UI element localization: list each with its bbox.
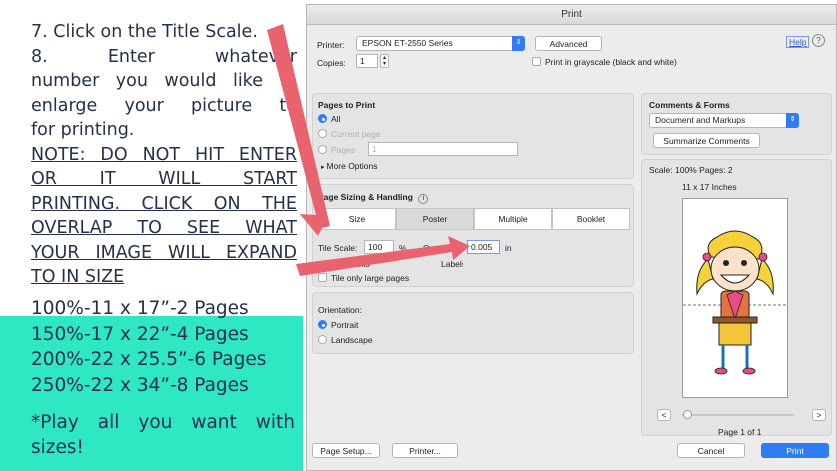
preview-page bbox=[682, 198, 788, 398]
note-line: PRINTING. CLICK ON THE bbox=[31, 193, 297, 214]
size-item: 200%-22 x 25.5”-6 Pages bbox=[31, 349, 267, 370]
page-sizing-title: Page Sizing & Handling i bbox=[318, 192, 429, 204]
help-icon[interactable]: ? bbox=[812, 34, 825, 47]
step-7: 7. Click on the Title Scale. bbox=[31, 22, 258, 42]
cut-marks-option[interactable]: ✓ Cut marks bbox=[318, 259, 370, 271]
grayscale-checkbox[interactable] bbox=[532, 57, 541, 66]
preview-prev-button[interactable]: < bbox=[657, 409, 671, 421]
preview-group: Scale: 100% Pages: 2 11 x 17 Inches < > … bbox=[641, 159, 832, 437]
girl-clipart-image bbox=[683, 230, 787, 375]
grayscale-option: Print in grayscale (black and white) bbox=[532, 57, 677, 67]
cut-marks-label: Cut marks bbox=[331, 259, 370, 269]
pages-to-print-title: Pages to Print bbox=[318, 100, 376, 110]
radio-pages-label: Pages bbox=[331, 145, 356, 155]
copies-input[interactable]: 1 bbox=[356, 54, 378, 68]
radio-all-label: All bbox=[331, 114, 341, 124]
step-8-line: for printing. bbox=[31, 120, 135, 140]
pages-range-input[interactable]: 1 bbox=[368, 142, 518, 156]
comments-forms-group: Comments & Forms Document and Markups ⇕ … bbox=[641, 93, 832, 155]
overlap-input[interactable]: 0.005 bbox=[467, 240, 500, 254]
instructions-text: 7. Click on the Title Scale. 8. Enter wh… bbox=[31, 20, 297, 290]
tile-only-large-option[interactable]: Tile only large pages bbox=[318, 273, 409, 283]
size-item: 250%-22 x 34”-8 Pages bbox=[31, 374, 249, 396]
summarize-comments-button[interactable]: Summarize Comments bbox=[653, 133, 760, 148]
copies-label: Copies: bbox=[317, 58, 346, 68]
preview-next-button[interactable]: > bbox=[812, 409, 826, 421]
note-line: OVERLAP TO SEE WHAT bbox=[31, 218, 297, 238]
play-note-line: sizes! bbox=[31, 437, 84, 458]
pages-to-print-group: Pages to Print All Current page Pages 1 … bbox=[312, 93, 634, 179]
orientation-title: Orientation: bbox=[318, 305, 362, 315]
radio-all-icon bbox=[318, 114, 327, 123]
radio-current-label: Current page bbox=[331, 129, 381, 139]
step-8-line: enlarge your picture to bbox=[31, 95, 297, 116]
play-note-line: *Play all you want with bbox=[31, 412, 295, 433]
overlap-label: Overlap: bbox=[423, 243, 456, 253]
printer-value: EPSON ET-2550 Series bbox=[362, 38, 453, 48]
slider-thumb[interactable] bbox=[683, 410, 692, 419]
dialog-title: Print bbox=[307, 5, 836, 25]
tile-only-large-checkbox bbox=[318, 273, 327, 282]
page-indicator: Page 1 of 1 bbox=[718, 427, 762, 437]
radio-pages-icon bbox=[318, 145, 327, 154]
radio-portrait[interactable]: Portrait bbox=[318, 320, 358, 330]
tab-booklet[interactable]: Booklet bbox=[552, 208, 630, 230]
chevron-updown-icon: ⇕ bbox=[512, 36, 525, 51]
tile-scale-input[interactable]: 100 bbox=[364, 240, 394, 254]
radio-pages[interactable]: Pages bbox=[318, 145, 355, 155]
radio-landscape-icon bbox=[318, 335, 327, 344]
printer-select[interactable]: EPSON ET-2550 Series ⇕ bbox=[356, 36, 525, 51]
percent-sign: % bbox=[399, 243, 407, 253]
radio-portrait-label: Portrait bbox=[331, 320, 359, 330]
page-sizing-title-text: Page Sizing & Handling bbox=[318, 192, 413, 202]
note-line: NOTE: DO NOT HIT ENTER bbox=[31, 144, 297, 165]
labels-option[interactable]: Labels bbox=[441, 259, 463, 269]
orientation-group: Orientation: Portrait Landscape bbox=[312, 292, 634, 354]
more-options-label: More Options bbox=[326, 161, 378, 171]
tab-size[interactable]: Size bbox=[318, 208, 396, 230]
play-note: *Play all you want with sizes! bbox=[31, 410, 295, 460]
note-line: OR IT WILL START bbox=[31, 169, 297, 189]
size-list: 100%-11 x 17”-2 Pages 150%-17 x 22”-4 Pa… bbox=[31, 296, 301, 398]
cancel-button[interactable]: Cancel bbox=[677, 443, 745, 458]
radio-landscape-label: Landscape bbox=[331, 335, 373, 345]
info-icon[interactable]: i bbox=[418, 194, 429, 204]
page-sizing-group: Page Sizing & Handling i Size Poster Mul… bbox=[312, 184, 634, 287]
help-link[interactable]: Help bbox=[786, 36, 810, 48]
tile-scale-label: Tile Scale: bbox=[318, 243, 358, 253]
radio-all[interactable]: All bbox=[318, 114, 340, 124]
print-button[interactable]: Print bbox=[761, 443, 829, 458]
tab-poster[interactable]: Poster bbox=[396, 208, 474, 230]
radio-portrait-icon bbox=[318, 320, 327, 329]
step-8-line: number you would like to bbox=[31, 71, 297, 91]
overlap-unit: in bbox=[505, 243, 512, 253]
printer-label: Printer: bbox=[317, 40, 345, 50]
comments-select-value: Document and Markups bbox=[655, 115, 746, 125]
size-item: 150%-17 x 22”-4 Pages bbox=[31, 323, 249, 345]
tile-only-large-label: Tile only large pages bbox=[331, 273, 410, 283]
note-line: TO IN SIZE bbox=[31, 267, 125, 287]
printer-button[interactable]: Printer... bbox=[392, 443, 458, 458]
tab-multiple[interactable]: Multiple bbox=[474, 208, 552, 230]
comments-select[interactable]: Document and Markups ⇕ bbox=[649, 113, 799, 128]
page-setup-button[interactable]: Page Setup... bbox=[312, 443, 380, 458]
checkmark-icon: ✓ bbox=[318, 262, 327, 271]
advanced-button[interactable]: Advanced bbox=[535, 36, 602, 51]
print-dialog: Print Printer: EPSON ET-2550 Series ⇕ Ad… bbox=[306, 4, 837, 471]
size-item: 100%-11 x 17”-2 Pages bbox=[31, 298, 249, 319]
preview-scale-text: Scale: 100% Pages: 2 bbox=[649, 165, 733, 175]
preview-page-slider[interactable] bbox=[682, 414, 794, 416]
step-8-line: 8. Enter whatever bbox=[31, 46, 297, 67]
grayscale-label: Print in grayscale (black and white) bbox=[545, 57, 677, 67]
chevron-updown-icon: ⇕ bbox=[786, 113, 799, 128]
copies-stepper[interactable]: ▴ ▾ bbox=[380, 54, 389, 68]
more-options-toggle[interactable]: ▸ More Options bbox=[321, 161, 378, 171]
radio-landscape[interactable]: Landscape bbox=[318, 335, 373, 345]
note-line: YOUR IMAGE WILL EXPAND bbox=[31, 242, 297, 263]
preview-paper-size: 11 x 17 Inches bbox=[682, 182, 737, 192]
radio-current-page[interactable]: Current page bbox=[318, 129, 381, 139]
comments-forms-title: Comments & Forms bbox=[649, 100, 730, 110]
radio-current-icon bbox=[318, 129, 327, 138]
